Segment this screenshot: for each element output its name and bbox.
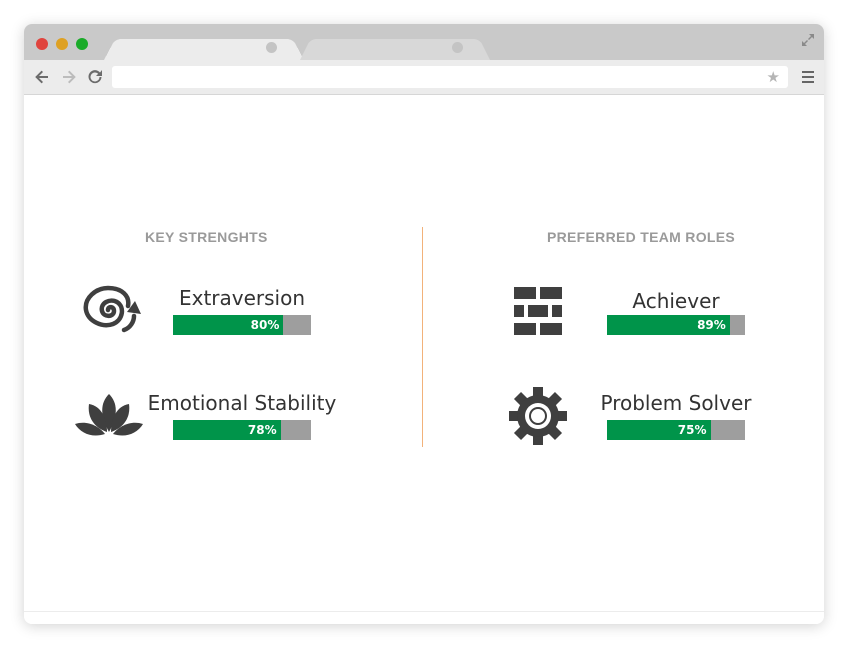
- section-divider: [422, 227, 423, 447]
- page-content: [24, 95, 824, 624]
- extraversion-value: 80%: [250, 318, 280, 332]
- browser-toolbar: ★: [24, 60, 824, 95]
- emotional-stability-bar-fill: 78%: [173, 420, 281, 440]
- address-bar[interactable]: ★: [112, 66, 788, 88]
- emotional-stability-bar: 78%: [173, 420, 311, 440]
- achiever-bar-fill: 89%: [607, 315, 730, 335]
- achiever-value: 89%: [697, 318, 726, 332]
- emotional-stability-label: Emotional Stability: [147, 391, 337, 415]
- back-arrow-icon[interactable]: [33, 68, 51, 86]
- spiral-arrow-icon: [83, 285, 141, 333]
- achiever-bar: 89%: [607, 315, 745, 335]
- tab-close-dot-2[interactable]: [452, 42, 463, 53]
- tab-close-dot[interactable]: [266, 42, 277, 53]
- achiever-label: Achiever: [632, 289, 720, 313]
- forward-arrow-icon[interactable]: [60, 68, 78, 86]
- preferred-team-roles-title: PREFERRED TEAM ROLES: [547, 229, 736, 245]
- extraversion-label: Extraversion: [178, 286, 306, 310]
- emotional-stability-value: 78%: [247, 423, 277, 437]
- problem-solver-label: Problem Solver: [600, 391, 752, 415]
- menu-icon[interactable]: [802, 71, 814, 83]
- fullscreen-icon[interactable]: [800, 32, 816, 48]
- lotus-icon: [75, 394, 143, 436]
- star-icon[interactable]: ★: [767, 68, 780, 86]
- key-strengths-title: KEY STRENGHTS: [145, 229, 268, 245]
- reload-icon[interactable]: [86, 68, 104, 86]
- title-bar: [24, 24, 824, 60]
- extraversion-bar-fill: 80%: [173, 315, 284, 335]
- brick-wall-icon: [514, 287, 562, 335]
- page-bottom-divider: [24, 611, 824, 612]
- problem-solver-value: 75%: [677, 423, 707, 437]
- maximize-window-button[interactable]: [76, 38, 88, 50]
- close-window-button[interactable]: [36, 38, 48, 50]
- gear-icon: [509, 387, 567, 445]
- extraversion-bar: 80%: [173, 315, 311, 335]
- problem-solver-bar: 75%: [607, 420, 745, 440]
- problem-solver-bar-fill: 75%: [607, 420, 711, 440]
- minimize-window-button[interactable]: [56, 38, 68, 50]
